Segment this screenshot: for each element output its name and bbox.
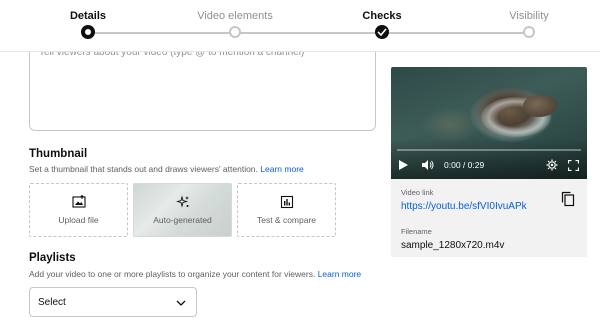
play-icon[interactable]	[399, 160, 408, 170]
video-preview-card: 0:00 / 0:29 Video link https://youtu.be/…	[391, 67, 587, 257]
playlist-select[interactable]: Select	[29, 287, 197, 317]
settings-gear-icon[interactable]	[546, 159, 558, 171]
video-time: 0:00 / 0:29	[444, 160, 485, 170]
filename-label: Filename	[401, 227, 432, 236]
step-checks[interactable]: Checks	[312, 0, 452, 39]
filename-value: sample_1280x720.m4v	[401, 240, 505, 251]
test-compare-button[interactable]: Test & compare	[237, 183, 336, 237]
chevron-down-icon	[176, 293, 186, 311]
playlist-select-value: Select	[38, 296, 66, 308]
tile-label: Auto-generated	[153, 215, 212, 225]
step-visibility[interactable]: Visibility	[459, 0, 599, 38]
thumbnail-subtitle: Set a thumbnail that stands out and draw…	[29, 164, 304, 174]
step-pending-indicator-icon	[523, 26, 535, 38]
video-player[interactable]: 0:00 / 0:29	[391, 67, 587, 179]
tile-label: Upload file	[58, 215, 99, 225]
playlists-subtitle: Add your video to one or more playlists …	[29, 269, 361, 279]
image-upload-icon	[71, 194, 86, 209]
fullscreen-icon[interactable]	[568, 159, 579, 171]
volume-icon[interactable]	[422, 160, 434, 170]
copy-icon[interactable]	[561, 191, 577, 207]
step-details[interactable]: Details	[18, 0, 158, 39]
checkmark-icon	[375, 25, 389, 39]
bar-chart-icon	[280, 195, 294, 209]
playlists-subtitle-text: Add your video to one or more playlists …	[29, 269, 316, 279]
video-link[interactable]: https://youtu.be/sfVI0IvuAPk	[401, 201, 527, 212]
video-link-label: Video link	[401, 188, 434, 197]
video-controls: 0:00 / 0:29	[391, 157, 587, 173]
step-pending-indicator-icon	[229, 26, 241, 38]
thumbnail-subtitle-text: Set a thumbnail that stands out and draw…	[29, 164, 258, 174]
video-frame-rock	[523, 95, 557, 117]
filename-section: Filename sample_1280x720.m4v	[401, 227, 504, 251]
video-progress-bar[interactable]	[397, 149, 581, 151]
upload-file-button[interactable]: Upload file	[29, 183, 128, 237]
step-label: Visibility	[509, 10, 549, 22]
upload-stepper: Details Video elements Checks Visibility	[0, 0, 600, 52]
tile-label: Test & compare	[256, 215, 317, 225]
step-label: Checks	[362, 10, 402, 22]
auto-generated-button[interactable]: Auto-generated	[133, 183, 232, 237]
thumbnail-title: Thumbnail	[29, 148, 88, 160]
thumbnail-learn-more-link[interactable]: Learn more	[260, 164, 303, 174]
step-video-elements[interactable]: Video elements	[165, 0, 305, 38]
sparkle-icon	[175, 195, 190, 209]
video-link-section: Video link https://youtu.be/sfVI0IvuAPk	[401, 188, 527, 212]
step-current-indicator-icon	[81, 25, 95, 39]
step-label: Video elements	[197, 10, 273, 22]
step-label: Details	[69, 10, 107, 22]
playlists-learn-more-link[interactable]: Learn more	[318, 269, 361, 279]
playlists-title: Playlists	[29, 252, 76, 264]
